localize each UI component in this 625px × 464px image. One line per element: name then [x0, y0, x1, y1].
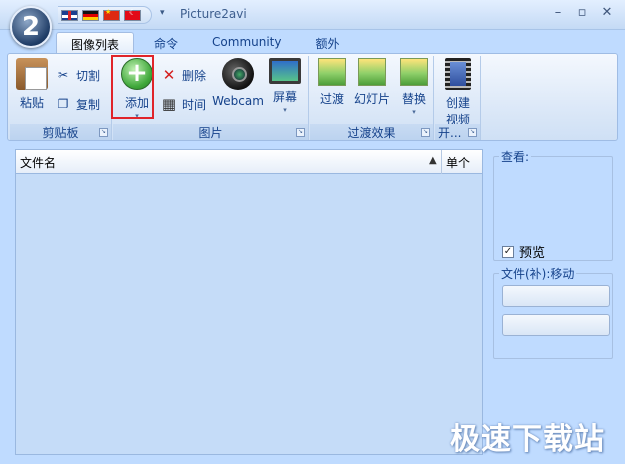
- file-action-button-1[interactable]: [502, 285, 610, 307]
- slideshow-label: 幻灯片: [353, 92, 390, 106]
- tab-community[interactable]: Community: [198, 32, 295, 54]
- qat-customize-icon[interactable]: ▾: [160, 8, 165, 18]
- list-header: 文件名 ▲ 单个: [16, 150, 482, 174]
- close-button[interactable]: ✕: [597, 5, 617, 23]
- create-video-label: 创建: [445, 96, 470, 110]
- chevron-down-icon: ▾: [283, 106, 287, 114]
- preview-checkbox-row[interactable]: ✓ 预览: [502, 242, 545, 261]
- webcam-button[interactable]: Webcam: [212, 58, 264, 108]
- screen-label: 屏幕: [272, 90, 297, 104]
- monitor-icon: [269, 58, 301, 84]
- video-film-icon: [445, 58, 471, 90]
- dialog-launcher-icon[interactable]: ↘: [421, 128, 430, 137]
- scissors-icon: ✂: [57, 68, 69, 82]
- file-action-box: [493, 273, 613, 359]
- paste-label: 粘贴: [19, 96, 44, 110]
- webcam-icon: [222, 58, 254, 90]
- preview-label: 预览: [519, 246, 546, 261]
- ribbon-panel: 粘贴 ✂ 切割 ❐ 复制 剪贴板 ↘ + 添加 ▾ ✕ 删除 ▦ 时间 Webc…: [7, 53, 618, 141]
- dialog-launcher-icon[interactable]: ↘: [99, 128, 108, 137]
- delete-x-icon: ✕: [162, 66, 176, 84]
- time-label: 时间: [182, 97, 207, 112]
- dialog-launcher-icon[interactable]: ↘: [296, 128, 305, 137]
- replace-icon: [400, 58, 428, 86]
- preview-checkbox[interactable]: ✓: [502, 245, 514, 258]
- germany-flag-icon[interactable]: [82, 9, 99, 21]
- tab-image-list[interactable]: 图像列表: [56, 32, 135, 54]
- add-button-highlight: [111, 55, 154, 119]
- app-menu-orb[interactable]: 2: [10, 6, 52, 48]
- delete-label: 删除: [182, 68, 207, 83]
- clipboard-group: 粘贴 ✂ 切割 ❐ 复制 剪贴板 ↘: [10, 56, 112, 140]
- china-flag-icon[interactable]: [103, 8, 120, 21]
- transitions-group: 过渡 幻灯片 替换 ▾ 过渡效果 ↘: [310, 56, 434, 140]
- tab-extra[interactable]: 额外: [301, 32, 353, 54]
- window-title: Picture2avi: [180, 7, 247, 21]
- copy-button[interactable]: ❐ 复制: [54, 94, 100, 114]
- group-label-clipboard: 剪贴板: [10, 124, 111, 140]
- film-strip-icon: ▦: [161, 95, 177, 113]
- slideshow-icon: [358, 58, 386, 86]
- group-label-transitions: 过渡效果: [310, 124, 433, 140]
- delete-button[interactable]: ✕ 删除: [160, 65, 206, 85]
- file-label: 文件(补):移动: [499, 265, 577, 282]
- column-header-single[interactable]: 单个: [446, 154, 470, 171]
- transition-button[interactable]: 过渡: [314, 58, 350, 107]
- file-action-button-2[interactable]: [502, 314, 610, 336]
- paste-button[interactable]: 粘贴: [14, 58, 50, 111]
- maximize-button[interactable]: ▫: [572, 5, 592, 23]
- replace-label: 替换: [401, 92, 426, 106]
- landscape-icon: [318, 58, 346, 86]
- create-video-button[interactable]: 创建 视频: [440, 58, 476, 128]
- minimize-button[interactable]: –: [548, 5, 568, 23]
- image-file-list[interactable]: 文件名 ▲ 单个: [15, 149, 483, 455]
- copy-icon: ❐: [57, 97, 69, 111]
- transition-label: 过渡: [319, 92, 344, 106]
- time-button[interactable]: ▦ 时间: [160, 94, 206, 114]
- tab-command[interactable]: 命令: [140, 32, 192, 54]
- column-divider[interactable]: [441, 150, 442, 174]
- watermark-text: 极速下载站: [450, 422, 605, 457]
- orb-logo-text: 2: [21, 12, 41, 42]
- copy-label: 复制: [76, 97, 101, 112]
- sort-ascending-icon[interactable]: ▲: [429, 155, 437, 166]
- ribbon-tabs: 图像列表 命令 Community 额外: [56, 32, 354, 54]
- uk-flag-icon[interactable]: [61, 9, 78, 21]
- open-group: 创建 视频 开... ↘: [435, 56, 481, 140]
- turkey-flag-icon[interactable]: [124, 8, 141, 21]
- group-label-pictures: 图片: [113, 124, 308, 140]
- slideshow-button[interactable]: 幻灯片: [350, 58, 394, 107]
- cut-label: 切割: [76, 68, 101, 83]
- webcam-label: Webcam: [212, 94, 264, 108]
- chevron-down-icon: ▾: [412, 108, 416, 116]
- dialog-launcher-icon[interactable]: ↘: [468, 128, 477, 137]
- replace-button[interactable]: 替换 ▾: [396, 58, 432, 116]
- paste-icon: [16, 58, 48, 90]
- title-bar: ▾ Picture2avi – ▫ ✕: [0, 0, 625, 30]
- cut-button[interactable]: ✂ 切割: [54, 65, 100, 85]
- view-label: 查看:: [499, 148, 532, 165]
- quick-access-toolbar: [58, 6, 152, 24]
- column-header-filename[interactable]: 文件名: [20, 154, 56, 171]
- screen-button[interactable]: 屏幕 ▾: [267, 58, 303, 114]
